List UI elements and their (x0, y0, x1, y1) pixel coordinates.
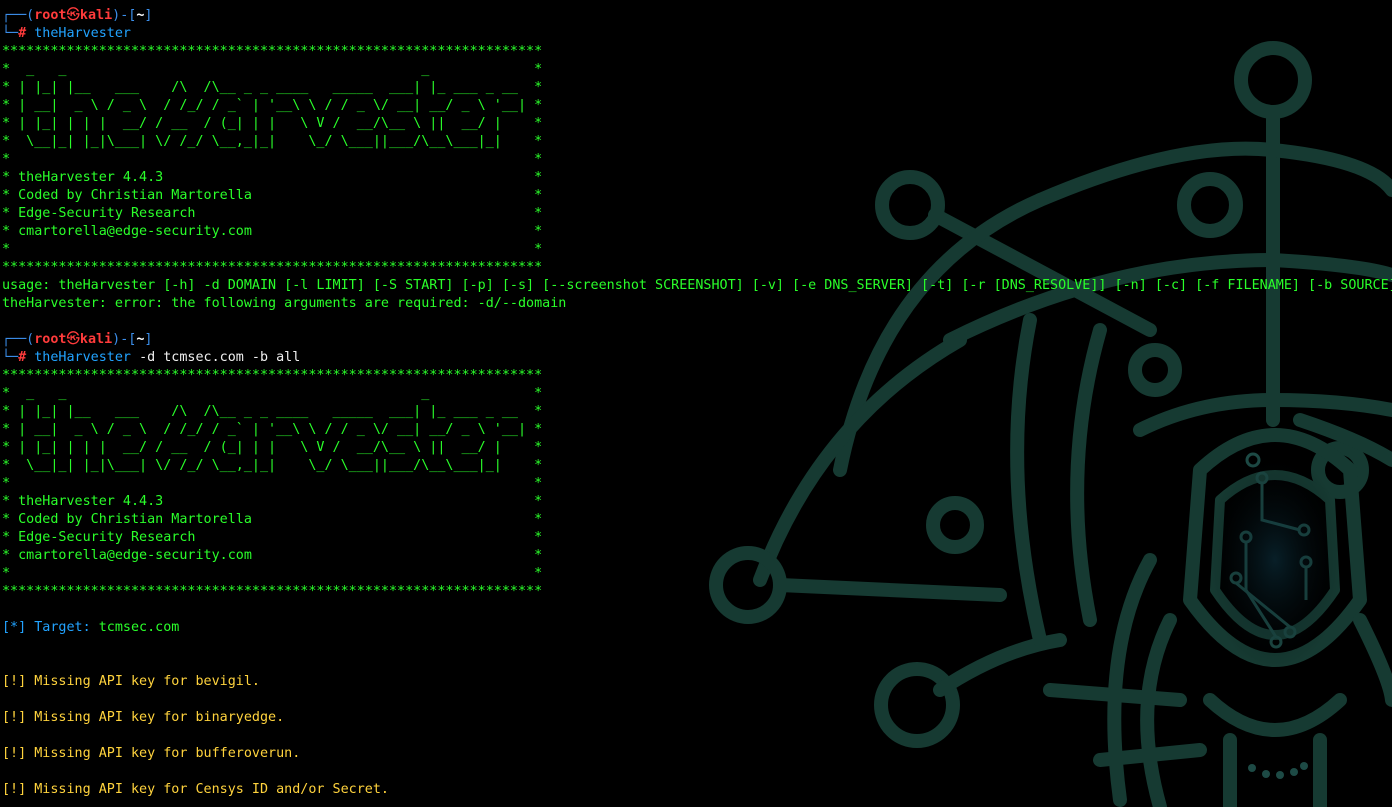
prompt-frame: ] (144, 332, 153, 347)
target-line: [*] Target: tcmsec.com (2, 619, 1392, 637)
warning-line: [!] Missing API key for Censys ID and/or… (2, 782, 389, 797)
prompt-frame: ┌──( (2, 332, 35, 347)
usage-line: usage: theHarvester [-h] -d DOMAIN [-l L… (2, 278, 1392, 293)
banner-border: ****************************************… (2, 260, 543, 275)
warning-line: [!] Missing API key for bevigil. (2, 674, 260, 689)
command-args: -d tcmsec.com -b all (139, 350, 301, 365)
banner-info-line: * cmartorella@edge-security.com * (2, 224, 543, 239)
prompt-line-command: └─# theHarvester -d tcmsec.com -b all (2, 349, 1392, 367)
banner-art-line: * | |_| | | | __/ / __ / (_| | | \ V / _… (2, 440, 543, 455)
terminal-output[interactable]: ┌──(root㉿kali)-[~] └─# theHarvester ****… (2, 7, 1392, 799)
prompt-hash: # (18, 350, 27, 365)
prompt-host: kali (79, 8, 113, 23)
prompt-frame: └─ (2, 350, 19, 365)
banner-art-line: * \__|_| |_|\___| \/ /_/ \__,_|_| \_/ \_… (2, 458, 543, 473)
banner-info-line: * * (2, 242, 543, 257)
banner-art-line: * | |_| |__ ___ /\ /\__ _ _ ____ _____ _… (2, 80, 543, 95)
banner-info-line: * theHarvester 4.4.3 * (2, 170, 543, 185)
banner-info-line: * Edge-Security Research * (2, 530, 543, 545)
banner-art-line: * \__|_| |_|\___| \/ /_/ \__,_|_| \_/ \_… (2, 134, 543, 149)
banner-border: ****************************************… (2, 368, 543, 383)
banner-art-line: * | __| _ \ / _ \ / /_/ / _` | '__\ \ / … (2, 98, 543, 113)
prompt-skull-icon: ㉿ (66, 332, 80, 347)
command-name: theHarvester (34, 26, 131, 41)
prompt-frame: )-[ (112, 8, 137, 23)
banner-info-line: * Edge-Security Research * (2, 206, 543, 221)
banner-art-line: * * (2, 476, 543, 491)
banner-info-line: * Coded by Christian Martorella * (2, 512, 543, 527)
prompt-frame: └─ (2, 26, 19, 41)
banner-info-line: * cmartorella@edge-security.com * (2, 548, 543, 563)
banner-art-line: * * (2, 152, 543, 167)
prompt-frame: ] (144, 8, 153, 23)
prompt-user: root (34, 8, 67, 23)
error-line: theHarvester: error: the following argum… (2, 296, 567, 311)
warning-line: [!] Missing API key for bufferoverun. (2, 746, 301, 761)
banner-art-line: * _ _ _ * (2, 386, 543, 401)
banner-border: ****************************************… (2, 44, 543, 59)
command-name: theHarvester (34, 350, 131, 365)
warning-line: [!] Missing API key for binaryedge. (2, 710, 285, 725)
prompt-host: kali (79, 332, 113, 347)
banner-art-line: * | __| _ \ / _ \ / /_/ / _` | '__\ \ / … (2, 422, 543, 437)
prompt-line-command: └─# theHarvester (2, 25, 1392, 43)
banner-info-line: * Coded by Christian Martorella * (2, 188, 543, 203)
target-label: [*] Target: (2, 620, 99, 635)
prompt-hash: # (18, 26, 27, 41)
banner-info-line: * * (2, 566, 543, 581)
prompt-frame: )-[ (112, 332, 137, 347)
target-value: tcmsec.com (98, 620, 180, 635)
banner-art-line: * _ _ _ * (2, 62, 543, 77)
banner-info-line: * theHarvester 4.4.3 * (2, 494, 543, 509)
prompt-line-top: ┌──(root㉿kali)-[~] (2, 7, 1392, 25)
prompt-skull-icon: ㉿ (66, 8, 80, 23)
banner-art-line: * | |_| | | | __/ / __ / (_| | | \ V / _… (2, 116, 543, 131)
banner-art-line: * | |_| |__ ___ /\ /\__ _ _ ____ _____ _… (2, 404, 543, 419)
banner-border: ****************************************… (2, 584, 543, 599)
prompt-frame: ┌──( (2, 8, 35, 23)
prompt-line-top: ┌──(root㉿kali)-[~] (2, 331, 1392, 349)
prompt-user: root (34, 332, 67, 347)
